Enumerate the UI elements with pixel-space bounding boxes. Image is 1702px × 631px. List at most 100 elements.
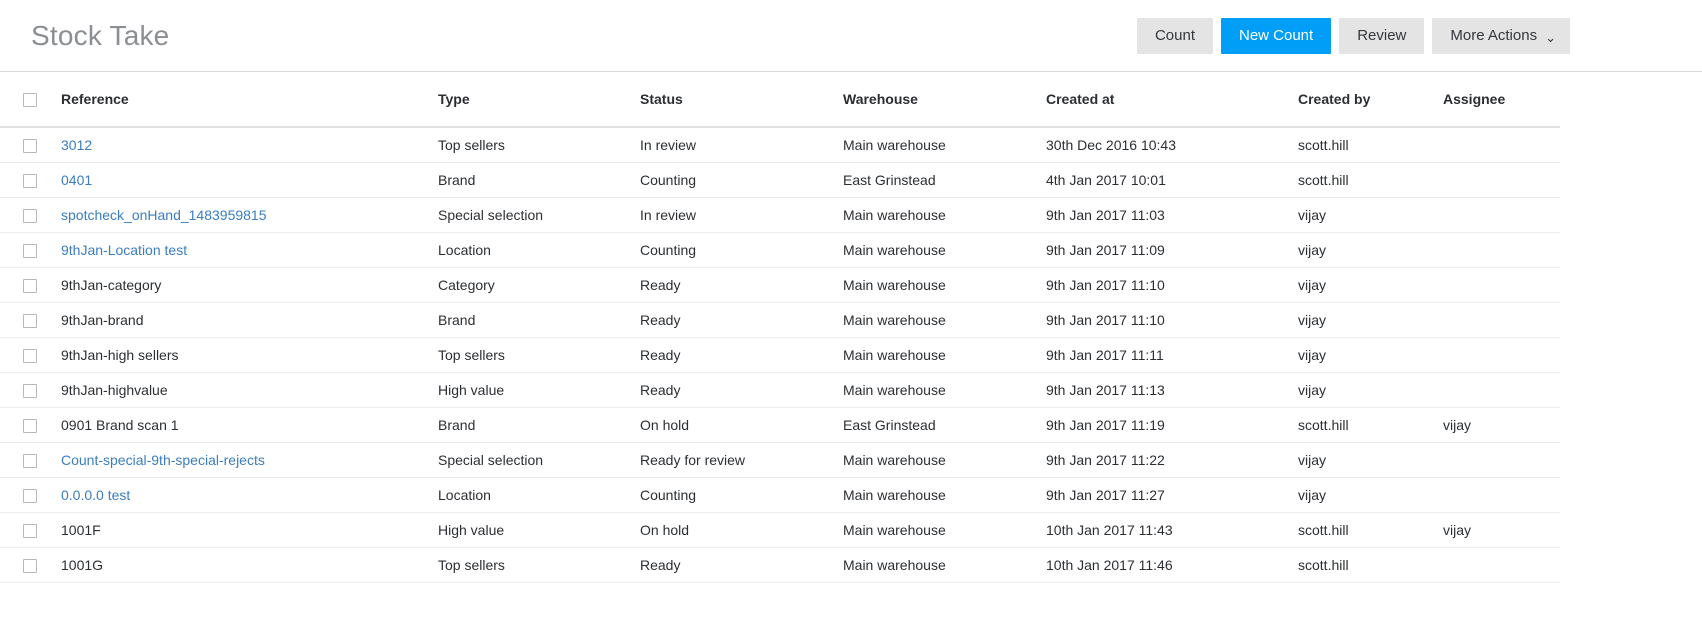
cell-status: On hold xyxy=(640,512,843,548)
column-header-type[interactable]: Type xyxy=(438,72,640,128)
table-row[interactable]: Count-special-9th-special-rejects Special… xyxy=(0,442,1560,478)
row-checkbox[interactable] xyxy=(23,174,37,189)
review-button[interactable]: Review xyxy=(1339,18,1425,54)
column-header-created-by[interactable]: Created by xyxy=(1298,72,1443,128)
table-row[interactable]: 1001G Top sellers Ready Main warehouse 10th … xyxy=(0,547,1560,583)
button-label: More Actions xyxy=(1450,27,1538,44)
cell-reference: 9thJan-high sellers xyxy=(61,337,438,373)
reference-text: 0901 Brand scan 1 xyxy=(61,417,179,433)
cell-warehouse: Main warehouse xyxy=(843,197,1046,233)
cell-assignee xyxy=(1443,162,1560,198)
table-row[interactable]: 9thJan-high sellers Top sellers Ready Main … xyxy=(0,337,1560,373)
button-label: Review xyxy=(1357,27,1407,44)
cell-created-by: vijay xyxy=(1298,232,1443,268)
button-label: Count xyxy=(1154,27,1195,44)
cell-reference: 9thJan-category xyxy=(61,267,438,303)
cell-warehouse: East Grinstead xyxy=(843,162,1046,198)
column-header-warehouse[interactable]: Warehouse xyxy=(843,72,1046,128)
table-row[interactable]: 9thJan-highvalue High value Ready Main ware… xyxy=(0,372,1560,408)
row-checkbox[interactable] xyxy=(23,244,37,259)
cell-status: Ready xyxy=(640,547,843,583)
table-row[interactable]: 1001F High value On hold Main warehouse 10th… xyxy=(0,512,1560,548)
cell-warehouse: Main warehouse xyxy=(843,372,1046,408)
cell-warehouse: East Grinstead xyxy=(843,407,1046,443)
cell-status: Ready for review xyxy=(640,442,843,478)
cell-created-at: 9th Jan 2017 11:11 xyxy=(1046,337,1298,373)
row-checkbox[interactable] xyxy=(23,279,37,294)
table-row[interactable]: 3012 Top sellers In review Main warehouse 30… xyxy=(0,127,1560,163)
row-select-cell xyxy=(0,407,61,443)
count-button[interactable]: Count xyxy=(1136,18,1213,54)
table-row[interactable]: spotcheck_onHand_1483959815 Special selec… xyxy=(0,197,1560,233)
row-checkbox[interactable] xyxy=(23,524,37,539)
reference-link[interactable]: Count-special-9th-special-rejects xyxy=(61,452,265,468)
cell-created-at: 9th Jan 2017 11:10 xyxy=(1046,302,1298,338)
cell-assignee xyxy=(1443,372,1560,408)
stock-take-table-container: Reference Type Status Warehouse Created … xyxy=(0,72,1702,583)
table-row[interactable]: 9thJan-brand Brand Ready Main warehouse 9th … xyxy=(0,302,1560,338)
new-count-button[interactable]: New Count xyxy=(1220,18,1332,54)
table-row[interactable]: 0401 Brand Counting East Grinstead 4th Jan 2… xyxy=(0,162,1560,198)
cell-warehouse: Main warehouse xyxy=(843,442,1046,478)
row-select-cell xyxy=(0,337,61,373)
chevron-down-icon: ⌄ xyxy=(1545,29,1556,45)
reference-link[interactable]: spotcheck_onHand_1483959815 xyxy=(61,207,267,223)
table-row[interactable]: 9thJan-category Category Ready Main warehou… xyxy=(0,267,1560,303)
cell-warehouse: Main warehouse xyxy=(843,337,1046,373)
cell-type: Special selection xyxy=(438,197,640,233)
reference-text: 9thJan-category xyxy=(61,277,162,293)
table-body: 3012 Top sellers In review Main warehouse 30… xyxy=(0,127,1560,583)
column-header-created-at[interactable]: Created at xyxy=(1046,72,1298,128)
column-header-assignee[interactable]: Assignee xyxy=(1443,72,1560,128)
cell-status: On hold xyxy=(640,407,843,443)
column-header-reference[interactable]: Reference xyxy=(61,72,438,128)
cell-assignee xyxy=(1443,442,1560,478)
cell-reference: 9thJan-Location test xyxy=(61,232,438,268)
row-checkbox[interactable] xyxy=(23,314,37,329)
table-header: Reference Type Status Warehouse Created … xyxy=(0,72,1560,128)
row-checkbox[interactable] xyxy=(23,419,37,434)
cell-assignee xyxy=(1443,477,1560,513)
cell-reference: 3012 xyxy=(61,127,438,163)
reference-link[interactable]: 0401 xyxy=(61,172,92,188)
cell-type: Top sellers xyxy=(438,127,640,163)
row-checkbox[interactable] xyxy=(23,384,37,399)
cell-type: Brand xyxy=(438,162,640,198)
column-header-status[interactable]: Status xyxy=(640,72,843,128)
table-row[interactable]: 0901 Brand scan 1 Brand On hold East Grinst… xyxy=(0,407,1560,443)
cell-type: Location xyxy=(438,232,640,268)
reference-link[interactable]: 3012 xyxy=(61,137,92,153)
cell-created-by: vijay xyxy=(1298,302,1443,338)
row-checkbox[interactable] xyxy=(23,489,37,504)
cell-warehouse: Main warehouse xyxy=(843,512,1046,548)
cell-status: Ready xyxy=(640,267,843,303)
row-select-cell xyxy=(0,442,61,478)
page-title: Stock Take xyxy=(31,20,170,51)
cell-created-by: vijay xyxy=(1298,267,1443,303)
cell-created-at: 9th Jan 2017 11:19 xyxy=(1046,407,1298,443)
row-checkbox[interactable] xyxy=(23,209,37,224)
cell-type: Top sellers xyxy=(438,337,640,373)
table-row[interactable]: 0.0.0.0 test Location Counting Main warehou… xyxy=(0,477,1560,513)
cell-warehouse: Main warehouse xyxy=(843,232,1046,268)
cell-created-at: 9th Jan 2017 11:03 xyxy=(1046,197,1298,233)
column-header-label: Assignee xyxy=(1443,91,1506,107)
cell-created-by: vijay xyxy=(1298,442,1443,478)
row-checkbox[interactable] xyxy=(23,349,37,364)
reference-link[interactable]: 0.0.0.0 test xyxy=(61,487,130,503)
cell-reference: 9thJan-highvalue xyxy=(61,372,438,408)
cell-assignee xyxy=(1443,302,1560,338)
select-all-checkbox[interactable] xyxy=(23,93,37,108)
row-select-cell xyxy=(0,302,61,338)
reference-link[interactable]: 9thJan-Location test xyxy=(61,242,187,258)
reference-text: 9thJan-brand xyxy=(61,312,144,328)
cell-created-by: vijay xyxy=(1298,197,1443,233)
cell-type: Location xyxy=(438,477,640,513)
table-row[interactable]: 9thJan-Location test Location Counting Main… xyxy=(0,232,1560,268)
stock-take-table: Reference Type Status Warehouse Created … xyxy=(0,72,1560,583)
row-checkbox[interactable] xyxy=(23,559,37,574)
more-actions-button[interactable]: More Actions ⌄ xyxy=(1432,18,1570,54)
row-checkbox[interactable] xyxy=(23,139,37,154)
cell-created-at: 9th Jan 2017 11:10 xyxy=(1046,267,1298,303)
row-checkbox[interactable] xyxy=(23,454,37,469)
